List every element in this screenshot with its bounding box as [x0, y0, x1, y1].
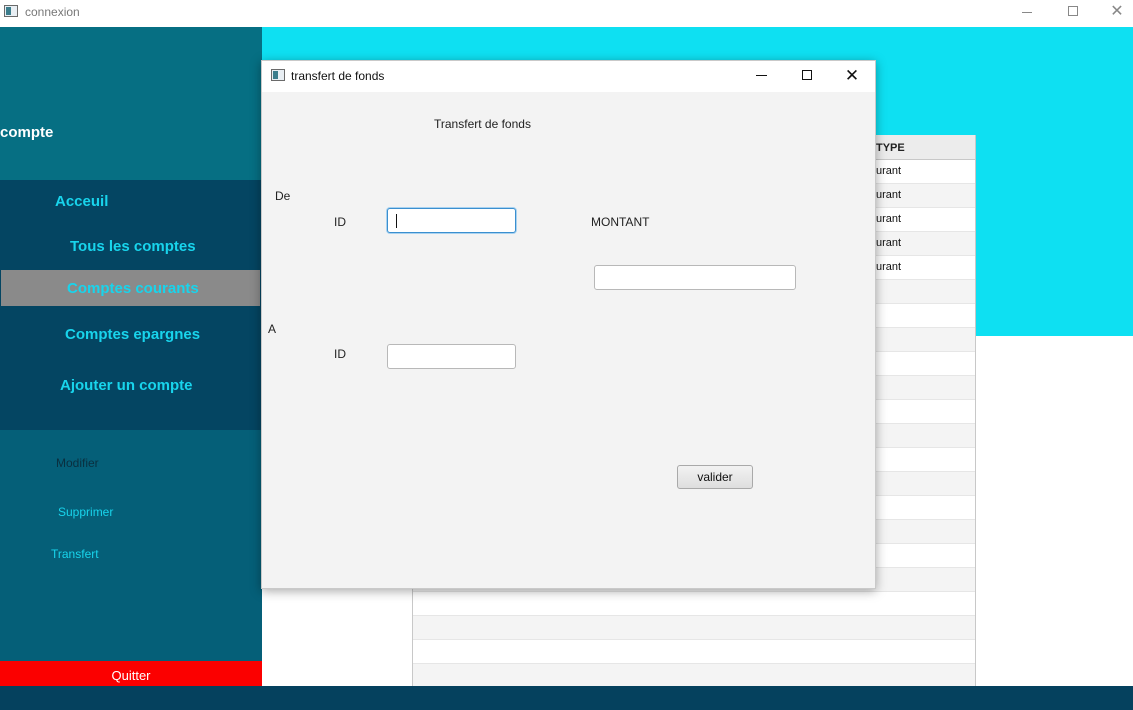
from-id-label: ID [334, 215, 346, 229]
dialog-minimize-button[interactable] [738, 61, 784, 92]
window-titlebar: connexion ✕ [0, 0, 1133, 27]
to-id-label: ID [334, 347, 346, 361]
table-row[interactable] [413, 592, 975, 616]
amount-input[interactable] [594, 265, 796, 290]
from-id-input[interactable] [387, 208, 516, 233]
maximize-icon [802, 70, 812, 80]
table-cell-type: urant [876, 237, 902, 249]
nav-item-comptes-epargnes[interactable]: Comptes epargnes [65, 326, 200, 343]
minimize-icon [756, 75, 767, 76]
table-row[interactable] [413, 616, 975, 640]
amount-label: MONTANT [591, 215, 650, 229]
sidebar-header [0, 27, 262, 180]
dialog-heading: Transfert de fonds [434, 117, 531, 131]
maximize-icon [1068, 6, 1078, 16]
supprimer-link[interactable]: Supprimer [58, 505, 113, 519]
close-icon: ✕ [844, 66, 860, 85]
minimize-icon [1022, 12, 1032, 13]
nav-item-comptes-courants[interactable]: Comptes courants [67, 280, 199, 297]
sidebar-heading: compte [0, 124, 54, 141]
transfer-dialog: transfert de fonds ✕ Transfert de fonds … [261, 60, 876, 589]
nav-item-ajouter-un-compte[interactable]: Ajouter un compte [60, 377, 193, 394]
dialog-titlebar: transfert de fonds ✕ [262, 61, 875, 92]
window-minimize-button[interactable] [1004, 0, 1050, 27]
quit-button[interactable]: Quitter [0, 661, 262, 686]
valider-button[interactable]: valider [677, 465, 753, 489]
window-close-button[interactable]: ✕ [1094, 0, 1133, 27]
app-icon [4, 5, 18, 17]
text-caret [396, 214, 397, 228]
table-cell-type: urant [876, 213, 902, 225]
table-cell-type: urant [876, 189, 902, 201]
nav-item-acceuil[interactable]: Acceuil [55, 193, 108, 210]
close-icon: ✕ [1110, 3, 1124, 20]
column-header-type[interactable]: TYPE [876, 142, 905, 154]
from-label: De [275, 189, 291, 203]
to-label: A [268, 322, 277, 336]
window-maximize-button[interactable] [1050, 0, 1096, 27]
to-id-input[interactable] [387, 344, 516, 369]
dialog-title: transfert de fonds [291, 69, 385, 83]
transfert-link[interactable]: Transfert [51, 547, 99, 561]
dialog-maximize-button[interactable] [784, 61, 830, 92]
table-row[interactable] [413, 664, 975, 686]
bottom-bar [0, 686, 1133, 710]
window-title: connexion [25, 5, 80, 19]
dialog-app-icon [271, 69, 285, 81]
nav-item-tous-les-comptes[interactable]: Tous les comptes [70, 238, 196, 255]
table-cell-type: urant [876, 165, 902, 177]
sidebar-actions [0, 430, 262, 661]
table-cell-type: urant [876, 261, 902, 273]
dialog-close-button[interactable]: ✕ [829, 61, 875, 92]
modifier-link[interactable]: Modifier [56, 456, 99, 470]
table-row[interactable] [413, 640, 975, 664]
app-root: connexion ✕ compte Acceuil Tous les comp… [0, 0, 1133, 710]
